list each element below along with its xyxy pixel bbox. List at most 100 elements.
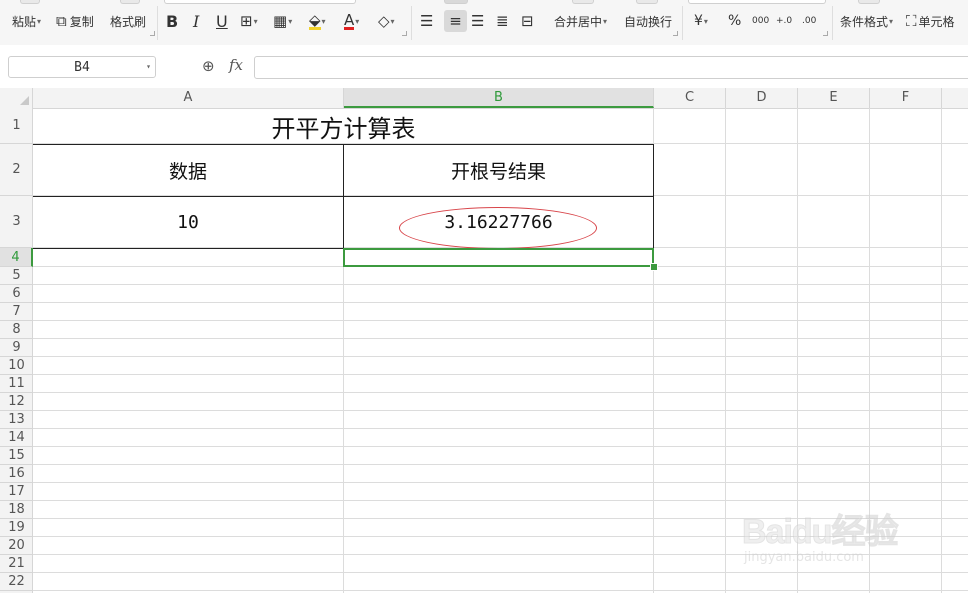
align-center-icon: ≡ (449, 12, 462, 30)
gridline (343, 248, 344, 593)
chevron-down-icon: ▾ (321, 16, 326, 26)
row-header-2[interactable]: 2 (0, 144, 33, 196)
ribbon-overflow-stub (20, 0, 40, 4)
decrease-decimal-button[interactable]: .00 (802, 10, 816, 32)
fill-handle[interactable] (650, 263, 658, 271)
row-header-6[interactable]: 6 (0, 285, 33, 303)
italic-button[interactable]: I (193, 10, 199, 32)
cell-a2[interactable]: 数据 (33, 145, 343, 196)
row-header-9[interactable]: 9 (0, 339, 33, 357)
ribbon-divider (157, 6, 158, 40)
align-right-button[interactable]: ☰ (471, 10, 484, 32)
align-right-icon: ☰ (471, 12, 485, 30)
row-header-17[interactable]: 17 (0, 483, 33, 501)
row-header-8[interactable]: 8 (0, 321, 33, 339)
row-header-12[interactable]: 12 (0, 393, 33, 411)
font-group-launcher[interactable] (402, 31, 407, 36)
align-left-button[interactable]: ☰ (420, 10, 433, 32)
cell-style-icon: ⛶ (906, 12, 917, 30)
row-header-16[interactable]: 16 (0, 465, 33, 483)
row-header-5[interactable]: 5 (0, 267, 33, 285)
fill-style-button[interactable]: ▦ ▾ (273, 10, 292, 32)
column-header-d[interactable]: D (726, 88, 798, 108)
align-center-button[interactable]: ≡ (444, 10, 467, 32)
thousands-separator-button[interactable]: 000 (752, 10, 769, 32)
column-header-f[interactable]: F (870, 88, 942, 108)
merge-center-button[interactable]: 合并居中 ▾ (554, 10, 607, 32)
italic-icon: I (193, 11, 200, 31)
column-header-b[interactable]: B (344, 88, 654, 108)
cell-b2[interactable]: 开根号结果 (344, 145, 653, 196)
wrap-text-label: 自动换行 (624, 14, 673, 29)
column-header-a[interactable]: A (33, 88, 344, 108)
chevron-down-icon: ▾ (146, 62, 151, 71)
alignment-group-launcher[interactable] (673, 31, 678, 36)
font-color-button[interactable]: A ▾ (344, 10, 359, 32)
justify-button[interactable]: ≣ (496, 10, 509, 32)
copy-icon: ⧉ (56, 12, 67, 30)
bold-button[interactable]: B (166, 10, 178, 32)
column-header-c[interactable]: C (654, 88, 726, 108)
chevron-down-icon: ▾ (390, 16, 395, 26)
row-header-19[interactable]: 19 (0, 519, 33, 537)
copy-button[interactable]: ⧉ 复制 (56, 10, 94, 32)
ribbon-divider (411, 6, 412, 40)
formula-input[interactable] (254, 56, 968, 79)
row-header-4[interactable]: 4 (0, 248, 33, 267)
cell-a3[interactable]: 10 (33, 197, 343, 248)
ribbon-toolbar: 粘贴 ▾ ⧉ 复制 格式刷 B I U ⊞ ▾ ▦ ▾ ⬙ ▾ A ▾ ◇ ▾ ☰ ≡ ☰ … (0, 0, 968, 46)
gridline (33, 374, 968, 375)
watermark-logo-text: Baidu经验 (741, 513, 898, 552)
row-header-1[interactable]: 1 (0, 108, 33, 144)
clear-format-button[interactable]: ◇ ▾ (378, 10, 395, 32)
row-header-21[interactable]: 21 (0, 555, 33, 573)
row-header-14[interactable]: 14 (0, 429, 33, 447)
chevron-down-icon: ▾ (37, 16, 42, 26)
wrap-text-button[interactable]: 自动换行 (624, 10, 672, 32)
row-header-15[interactable]: 15 (0, 447, 33, 465)
title-cell[interactable]: 开平方计算表 (33, 108, 654, 144)
active-cell-b4[interactable] (343, 248, 654, 267)
row-header-13[interactable]: 13 (0, 411, 33, 429)
row-header-22[interactable]: 22 (0, 573, 33, 591)
percent-icon: % (728, 13, 742, 29)
gridline (33, 446, 968, 447)
increase-decimal-button[interactable]: +.0 (776, 10, 792, 32)
row-header-11[interactable]: 11 (0, 375, 33, 393)
chevron-down-icon: ▾ (253, 16, 258, 26)
ribbon-overflow-stub (858, 0, 880, 4)
row-header-3[interactable]: 3 (0, 196, 33, 248)
fx-icon[interactable]: fx (229, 56, 243, 74)
fill-color-button[interactable]: ⬙ ▾ (309, 10, 326, 32)
font-color-icon: A (344, 10, 355, 30)
row-header-7[interactable]: 7 (0, 303, 33, 321)
row-header-10[interactable]: 10 (0, 357, 33, 375)
underline-button[interactable]: U (216, 10, 228, 32)
column-header-e[interactable]: E (798, 88, 870, 108)
format-painter-button[interactable]: 格式刷 (110, 10, 146, 32)
decrease-decimal-icon: .00 (802, 16, 817, 26)
clipboard-group-launcher[interactable] (150, 31, 155, 36)
zoom-icon[interactable]: ⊕ (202, 57, 215, 75)
distributed-button[interactable]: ⊟ (521, 10, 534, 32)
copy-label: 复制 (69, 14, 94, 29)
conditional-format-button[interactable]: 条件格式 ▾ (840, 10, 893, 32)
paste-button[interactable]: 粘贴 ▾ (12, 10, 41, 32)
currency-button[interactable]: ¥ ▾ (694, 10, 708, 32)
name-box[interactable]: B4 ▾ (8, 56, 156, 78)
number-group-launcher[interactable] (823, 31, 828, 36)
borders-button[interactable]: ⊞ ▾ (240, 10, 258, 32)
gridline (33, 320, 968, 321)
align-left-icon: ☰ (420, 12, 434, 30)
percent-button[interactable]: % (728, 10, 741, 32)
conditional-format-label: 条件格式 (840, 14, 889, 29)
ribbon-overflow-stub (444, 0, 468, 4)
row-header-20[interactable]: 20 (0, 537, 33, 555)
chevron-down-icon: ▾ (355, 16, 360, 26)
increase-decimal-icon: +.0 (776, 16, 793, 26)
gridline (33, 464, 968, 465)
row-header-18[interactable]: 18 (0, 501, 33, 519)
cell-style-button[interactable]: ⛶ 单元格 (906, 10, 955, 32)
fill-style-icon: ▦ (273, 12, 288, 30)
select-all-button[interactable] (0, 88, 33, 108)
